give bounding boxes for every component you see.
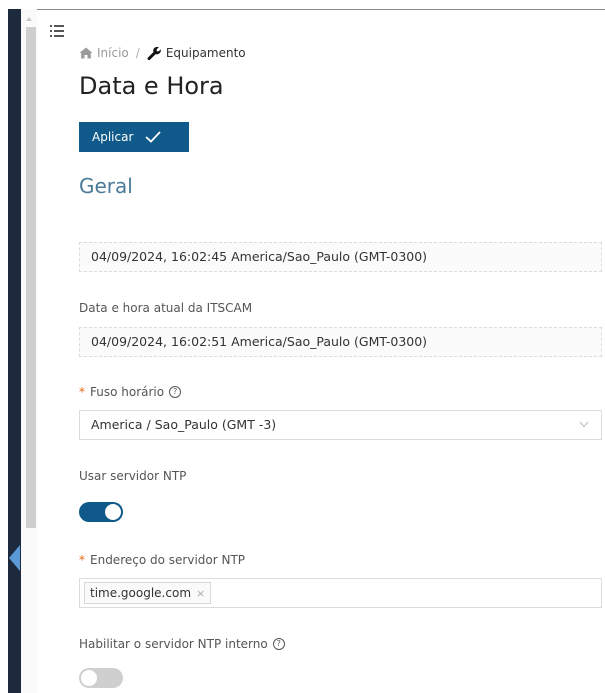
help-icon[interactable]: ? — [169, 386, 182, 398]
apply-button[interactable]: Aplicar — [79, 122, 189, 152]
section-title: Geral — [79, 174, 133, 198]
local-datetime-display: 04/09/2024, 16:02:45 America/Sao_Paulo (… — [79, 242, 602, 272]
ntp-address-label: Endereço do servidor NTP — [90, 553, 246, 567]
toggle-knob — [105, 504, 121, 520]
timezone-select-value: America / Sao_Paulo (GMT -3) — [91, 417, 277, 432]
menu-list-icon[interactable] — [50, 24, 64, 38]
required-marker: * — [79, 385, 85, 399]
apply-button-label: Aplicar — [92, 130, 134, 144]
ntp-server-tag: time.google.com × — [84, 582, 212, 604]
use-ntp-toggle[interactable] — [79, 502, 123, 522]
breadcrumb-current: Equipamento — [165, 46, 246, 60]
timezone-label-row: * Fuso horário ? — [79, 385, 182, 399]
main-content: Início / Equipamento Data e Hora Aplicar… — [79, 0, 605, 693]
chevron-down-icon — [579, 421, 589, 428]
scroll-up-arrow-icon[interactable] — [26, 17, 32, 21]
internal-ntp-toggle[interactable] — [79, 668, 123, 688]
help-icon[interactable]: ? — [272, 638, 285, 650]
timezone-select[interactable]: America / Sao_Paulo (GMT -3) — [79, 410, 602, 440]
timezone-label: Fuso horário — [90, 385, 165, 399]
toggle-knob — [81, 670, 97, 686]
sidebar-collapsed — [8, 9, 21, 693]
itscam-datetime-display: 04/09/2024, 16:02:51 America/Sao_Paulo (… — [79, 327, 602, 357]
ntp-server-input[interactable]: time.google.com × — [79, 578, 602, 608]
check-icon — [145, 131, 162, 143]
breadcrumb-home-link[interactable]: Início — [97, 46, 129, 60]
use-ntp-label: Usar servidor NTP — [79, 469, 187, 483]
ntp-address-label-row: * Endereço do servidor NTP — [79, 553, 245, 567]
remove-tag-icon[interactable]: × — [196, 587, 205, 600]
wrench-icon — [147, 46, 162, 61]
home-icon[interactable] — [79, 47, 93, 59]
breadcrumb-separator: / — [135, 46, 140, 60]
sidebar-expand-chevron-icon[interactable] — [8, 538, 21, 578]
scrollbar-thumb[interactable] — [26, 27, 36, 528]
page-title: Data e Hora — [79, 72, 224, 100]
internal-ntp-label-row: Habilitar o servidor NTP interno ? — [79, 637, 285, 651]
breadcrumb: Início / Equipamento — [79, 45, 246, 61]
ntp-server-tag-label: time.google.com — [90, 586, 192, 600]
internal-ntp-label: Habilitar o servidor NTP interno — [79, 637, 268, 651]
required-marker: * — [79, 553, 85, 567]
itscam-datetime-label: Data e hora atual da ITSCAM — [79, 301, 253, 315]
